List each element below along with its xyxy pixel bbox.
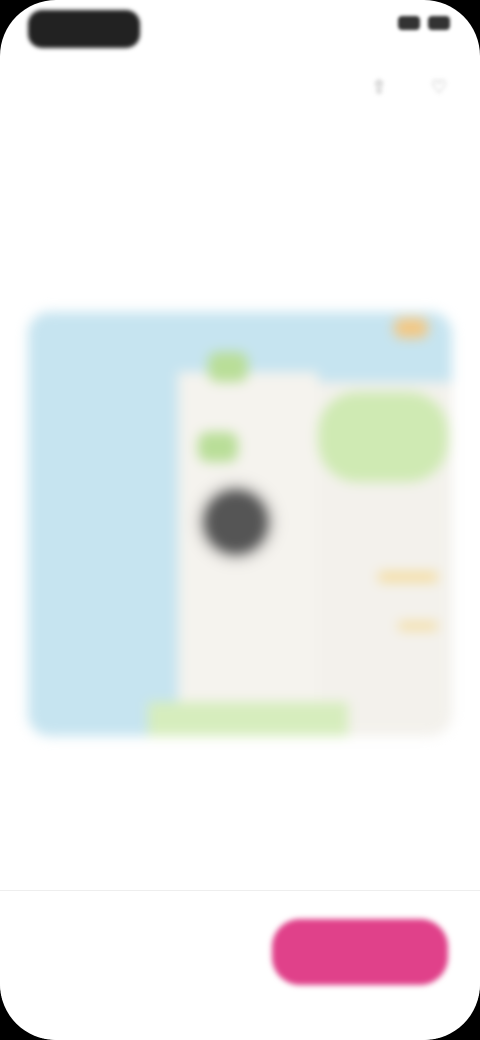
map-road	[398, 622, 438, 630]
reserve-button[interactable]	[272, 919, 448, 985]
signal-icon	[398, 16, 420, 30]
map-park	[198, 432, 238, 462]
map-road	[378, 572, 438, 582]
status-bar	[0, 0, 480, 60]
status-time	[28, 10, 140, 48]
top-actions: ⇧ ♡	[364, 72, 454, 102]
map-park	[208, 352, 248, 382]
heart-icon[interactable]: ♡	[424, 72, 454, 102]
map-park	[148, 702, 348, 736]
phone-screen: ⇧ ♡	[0, 0, 480, 1040]
map-marker	[394, 318, 428, 338]
location-pin-icon[interactable]	[204, 490, 268, 554]
location-map[interactable]	[28, 312, 452, 736]
map-park	[318, 392, 448, 482]
status-icons	[398, 16, 450, 30]
share-icon[interactable]: ⇧	[364, 72, 394, 102]
battery-icon	[428, 16, 450, 30]
map-land	[178, 372, 318, 736]
booking-bar	[0, 890, 480, 1040]
